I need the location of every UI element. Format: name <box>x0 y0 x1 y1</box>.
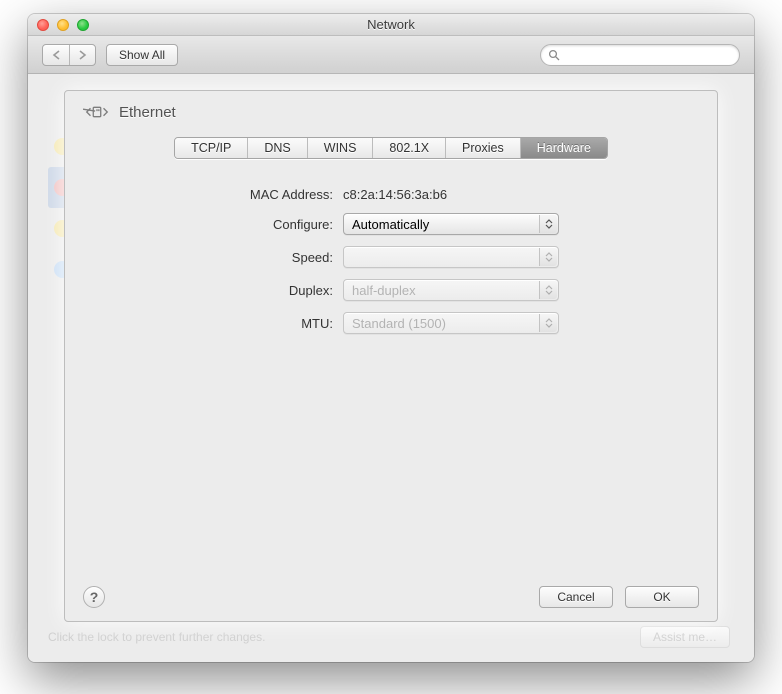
tab-tcpip[interactable]: TCP/IP <box>175 138 247 158</box>
toolbar: Show All <box>28 36 754 74</box>
window: Network Show All Location: Home Wi- <box>28 14 754 662</box>
ethernet-icon <box>83 101 111 123</box>
select-duplex: half-duplex <box>343 279 559 301</box>
select-duplex-value: half-duplex <box>352 283 416 298</box>
show-all-button[interactable]: Show All <box>106 44 178 66</box>
tab-8021x[interactable]: 802.1X <box>372 138 445 158</box>
titlebar: Network <box>28 14 754 36</box>
help-button[interactable]: ? <box>83 586 105 608</box>
back-button[interactable] <box>43 45 69 65</box>
cancel-button[interactable]: Cancel <box>539 586 613 608</box>
select-configure[interactable]: Automatically <box>343 213 559 235</box>
label-mtu: MTU: <box>65 316 343 331</box>
ok-button[interactable]: OK <box>625 586 699 608</box>
tab-hardware[interactable]: Hardware <box>520 138 607 158</box>
search-field[interactable] <box>564 48 732 62</box>
select-configure-value: Automatically <box>352 217 429 232</box>
chevron-updown-icon <box>539 215 557 233</box>
search-icon <box>548 49 560 61</box>
forward-button[interactable] <box>69 45 95 65</box>
traffic-lights <box>28 19 89 31</box>
tab-group: TCP/IP DNS WINS 802.1X Proxies Hardware <box>174 137 608 159</box>
label-duplex: Duplex: <box>65 283 343 298</box>
select-mtu: Standard (1500) <box>343 312 559 334</box>
select-mtu-value: Standard (1500) <box>352 316 446 331</box>
tab-wins[interactable]: WINS <box>307 138 373 158</box>
sheet-footer: ? Cancel OK <box>83 586 699 608</box>
chevron-updown-icon <box>539 248 557 266</box>
tab-proxies[interactable]: Proxies <box>445 138 520 158</box>
sheet: Ethernet TCP/IP DNS WINS 802.1X Proxies … <box>64 90 718 622</box>
form: MAC Address: c8:2a:14:56:3a:b6 Configure… <box>65 187 717 334</box>
window-title: Network <box>28 17 754 32</box>
sheet-header: Ethernet <box>65 91 717 123</box>
minimize-icon[interactable] <box>57 19 69 31</box>
label-mac: MAC Address: <box>65 187 343 202</box>
tab-dns[interactable]: DNS <box>247 138 306 158</box>
label-speed: Speed: <box>65 250 343 265</box>
search-input[interactable] <box>540 44 740 66</box>
tabs: TCP/IP DNS WINS 802.1X Proxies Hardware <box>65 137 717 159</box>
nav-back-forward <box>42 44 96 66</box>
select-speed <box>343 246 559 268</box>
label-configure: Configure: <box>65 217 343 232</box>
value-mac: c8:2a:14:56:3a:b6 <box>343 187 447 202</box>
content: Location: Home Wi-FiConnected EthernetCa… <box>28 74 754 662</box>
chevron-updown-icon <box>539 314 557 332</box>
zoom-icon[interactable] <box>77 19 89 31</box>
close-icon[interactable] <box>37 19 49 31</box>
sheet-title: Ethernet <box>119 104 176 121</box>
chevron-updown-icon <box>539 281 557 299</box>
bg-bottom: Click the lock to prevent further change… <box>48 626 730 648</box>
